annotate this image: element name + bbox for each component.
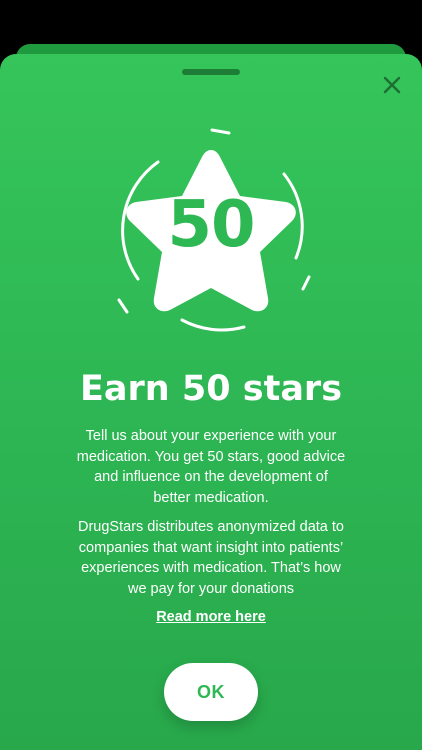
close-button[interactable] (378, 71, 406, 99)
read-more-link[interactable]: Read more here (0, 607, 422, 627)
close-icon (378, 71, 406, 99)
description-paragraph-1: Tell us about your experience with your … (76, 428, 346, 506)
star-badge: 50 (110, 124, 312, 340)
sheet-grabber-handle[interactable] (182, 69, 240, 75)
modal-title: Earn 50 stars (79, 369, 343, 409)
ok-button[interactable]: OK (164, 663, 258, 721)
earn-stars-modal: 50 Earn 50 stars Tell us about your expe… (0, 54, 422, 750)
description-paragraph-2: DrugStars distributes anonymized data to… (78, 519, 344, 597)
star-count: 50 (167, 188, 255, 262)
ok-button-label: OK (197, 681, 225, 702)
